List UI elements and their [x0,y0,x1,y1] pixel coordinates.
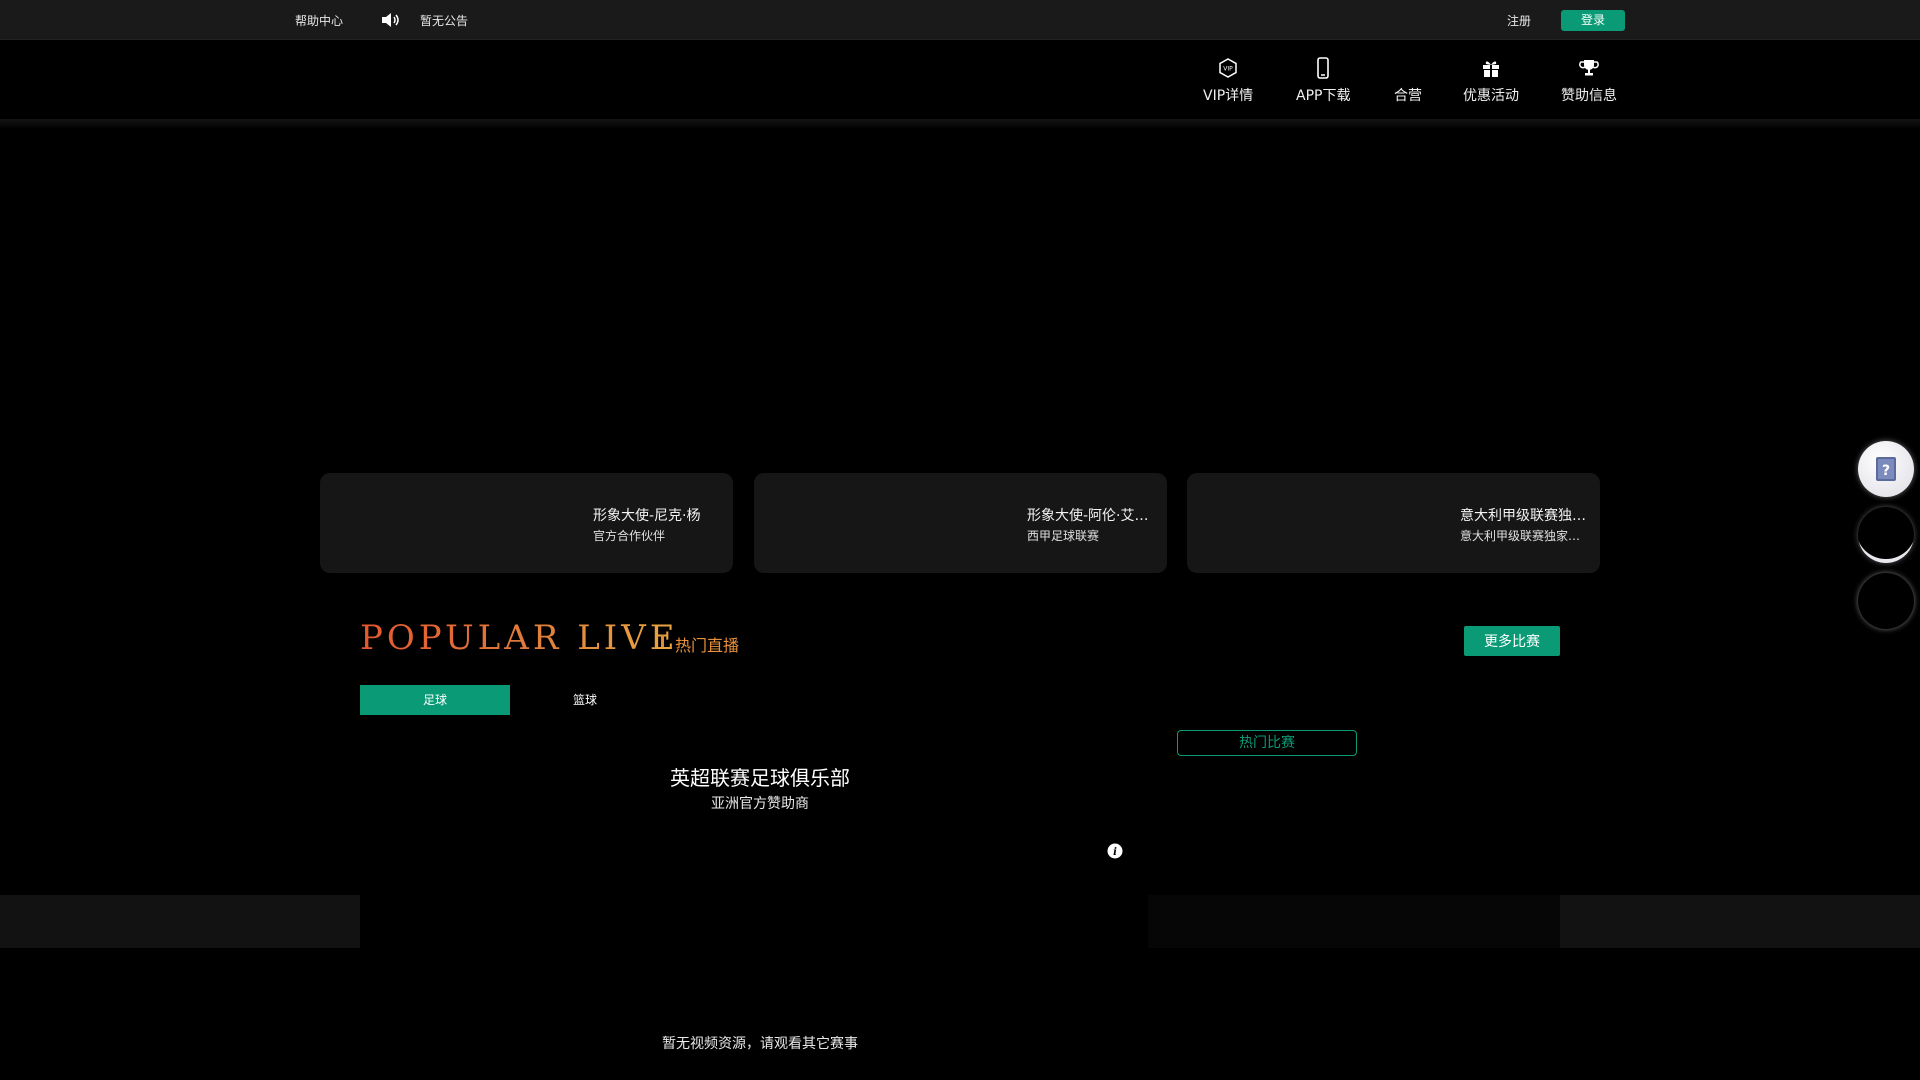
floating-help-button[interactable]: ? [1858,441,1914,497]
promo-subtitle: 意大利甲级联赛独家官方合作伙伴 [1460,529,1590,543]
popular-live-title: POPULAR LIVE [360,618,679,658]
main-nav: VIP VIP详情 APP下载 合营 优惠活动 赞助信息 [0,41,1920,119]
nav-label: VIP详情 [1203,88,1254,104]
nav-item-app[interactable]: APP下载 [1296,57,1350,105]
nav-label: APP下载 [1296,88,1351,104]
match-list-area [1148,895,1560,948]
floating-service-button[interactable] [1858,507,1914,563]
promo-title: 意大利甲级联赛独家官方合作伙伴 [1460,508,1590,524]
register-link[interactable]: 注册 [1507,12,1531,29]
promo-title: 形象大使-尼克·杨 [593,508,701,524]
nav-shadow [0,119,1920,129]
svg-text:i: i [1113,847,1117,858]
partner-icon [1397,57,1419,79]
nav-item-sponsor[interactable]: 赞助信息 [1561,57,1617,105]
promo-title: 形象大使-阿伦·艾克森 [1027,508,1157,524]
speaker-icon [382,13,399,27]
nav-label: 合营 [1394,88,1422,104]
vip-icon: VIP [1219,58,1237,78]
nav-label: 赞助信息 [1561,88,1617,104]
sponsor-subtitle: 亚洲官方赞助商 [711,796,809,812]
nav-item-vip[interactable]: VIP VIP详情 [1203,57,1253,105]
gift-icon [1483,61,1499,77]
tab-football[interactable]: 足球 [360,685,510,715]
phone-icon [1317,57,1330,79]
info-icon[interactable]: i [1107,843,1123,859]
nav-item-partner[interactable]: 合营 [1394,57,1422,105]
svg-text:VIP: VIP [1223,66,1233,73]
promo-subtitle: 官方合作伙伴 [593,529,666,543]
title-divider [661,635,664,647]
login-button[interactable]: 登录 [1561,10,1625,31]
more-matches-button[interactable]: 更多比赛 [1464,626,1560,656]
promo-card[interactable]: 形象大使-阿伦·艾克森 西甲足球联赛 [754,473,1167,573]
promo-card[interactable]: 形象大使-尼克·杨 官方合作伙伴 [320,473,733,573]
announcement-text: 暂无公告 [420,14,469,28]
top-utility-bar: 帮助中心 暂无公告 注册 登录 [0,0,1920,40]
svg-text:?: ? [1882,463,1890,479]
nav-label: 优惠活动 [1463,88,1519,104]
floating-top-button[interactable] [1858,573,1914,629]
popular-live-subtitle: 热门直播 [675,636,740,655]
help-book-icon: ? [1876,457,1896,481]
tab-basketball[interactable]: 篮球 [510,685,660,715]
no-video-message: 暂无视频资源，请观看其它赛事 [662,1036,858,1052]
promo-card[interactable]: 意大利甲级联赛独家官方合作伙伴 意大利甲级联赛独家官方合作伙伴 [1187,473,1600,573]
help-center-link[interactable]: 帮助中心 [295,12,343,29]
trophy-icon [1579,60,1599,76]
nav-item-promotions[interactable]: 优惠活动 [1463,57,1519,105]
sponsor-title: 英超联赛足球俱乐部 [670,766,850,790]
hot-matches-tab[interactable]: 热门比赛 [1177,730,1357,756]
promo-subtitle: 西甲足球联赛 [1027,529,1100,543]
